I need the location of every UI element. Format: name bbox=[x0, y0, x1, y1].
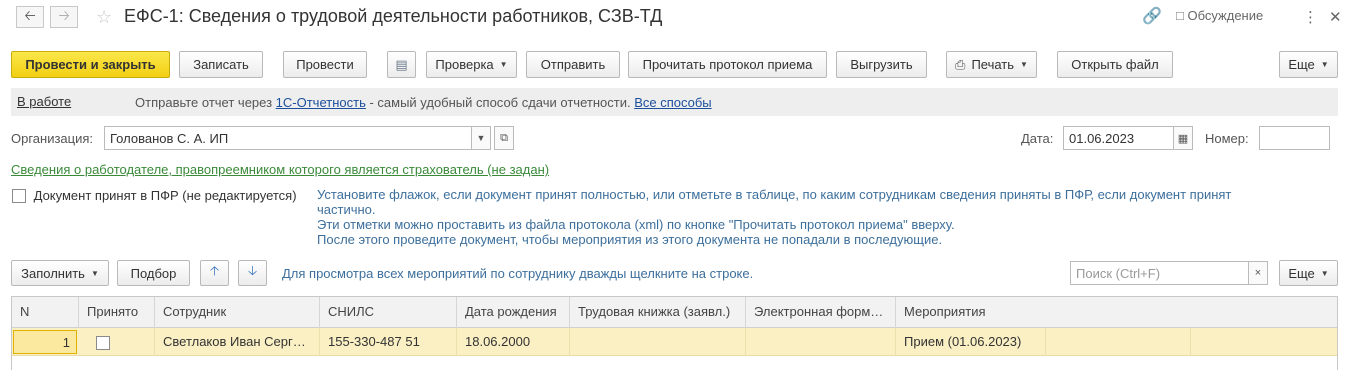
discussion-icon: □ bbox=[1176, 8, 1184, 23]
all-methods-link[interactable]: Все способы bbox=[634, 95, 711, 110]
open-file-button[interactable]: Открыть файл bbox=[1057, 51, 1173, 78]
clear-icon[interactable]: × bbox=[1248, 261, 1268, 285]
close-icon[interactable]: ✕ bbox=[1329, 8, 1342, 26]
printer-icon: ⎙ bbox=[955, 56, 966, 72]
read-protocol-button[interactable]: Прочитать протокол приема bbox=[628, 51, 827, 78]
calendar-icon[interactable]: ▦ bbox=[1173, 126, 1193, 150]
row-accepted-checkbox[interactable] bbox=[96, 336, 110, 350]
column-header[interactable]: Трудовая книжка (заявл.) bbox=[570, 297, 746, 328]
info-text: Отправьте отчет через 1С-Отчетность - са… bbox=[135, 95, 712, 110]
star-icon[interactable]: ☆ bbox=[96, 7, 112, 28]
info-bar: В работе Отправьте отчет через 1С-Отчетн… bbox=[11, 88, 1338, 116]
column-header[interactable]: Дата рождения bbox=[457, 297, 570, 328]
table-row[interactable]: 1 Светлаков Иван Серг… 155-330-487 51 18… bbox=[12, 328, 1337, 356]
post-and-close-button[interactable]: Провести и закрыть bbox=[11, 51, 170, 78]
move-up-button[interactable]: 🡡 bbox=[200, 260, 229, 286]
cell-employee[interactable]: Светлаков Иван Серг… bbox=[155, 328, 320, 356]
cell-accepted[interactable] bbox=[79, 328, 155, 356]
cell-empty bbox=[1046, 328, 1191, 356]
fill-button[interactable]: Заполнить ▼ bbox=[11, 260, 109, 286]
page-title: ЕФС-1: Сведения о трудовой деятельности … bbox=[124, 6, 663, 26]
more-button[interactable]: Еще ▼ bbox=[1279, 51, 1338, 78]
cell-number[interactable]: 1 bbox=[13, 330, 77, 354]
pick-button[interactable]: Подбор bbox=[117, 260, 190, 286]
column-header[interactable]: N bbox=[12, 297, 79, 328]
cell-events[interactable]: Прием (01.06.2023) bbox=[896, 328, 1046, 356]
discussion-button[interactable]: □ Обсуждение bbox=[1176, 8, 1263, 23]
employees-table: N Принято Сотрудник СНИЛС Дата рождения … bbox=[11, 296, 1338, 370]
check-button[interactable]: Проверка ▼ bbox=[426, 51, 517, 78]
send-button[interactable]: Отправить bbox=[526, 51, 620, 78]
accepted-checkbox[interactable] bbox=[12, 189, 26, 203]
cell-birth-date[interactable]: 18.06.2000 bbox=[457, 328, 570, 356]
org-label: Организация: bbox=[11, 131, 94, 146]
accepted-label: Документ принят в ПФР (не редактируется) bbox=[33, 188, 297, 203]
org-field[interactable]: Голованов С. А. ИП bbox=[104, 126, 472, 150]
chevron-down-icon[interactable]: ▼ bbox=[471, 126, 491, 150]
hint-text: Установите флажок, если документ принят … bbox=[317, 187, 1232, 247]
journal-button[interactable]: ▤ bbox=[387, 51, 416, 78]
forward-button[interactable]: 🡢 bbox=[50, 6, 78, 28]
search-input[interactable]: Поиск (Ctrl+F) bbox=[1070, 261, 1250, 285]
table-more-button[interactable]: Еще ▼ bbox=[1279, 260, 1338, 286]
back-button[interactable]: 🡠 bbox=[16, 6, 44, 28]
post-button[interactable]: Провести bbox=[283, 51, 367, 78]
cell-work-book[interactable] bbox=[570, 328, 746, 356]
number-field[interactable] bbox=[1259, 126, 1330, 150]
column-header[interactable]: Принято bbox=[79, 297, 155, 328]
link-icon[interactable]: 🔗 bbox=[1142, 6, 1162, 26]
cell-electronic[interactable] bbox=[746, 328, 896, 356]
status-link[interactable]: В работе bbox=[17, 94, 71, 109]
accepted-checkbox-row[interactable]: Документ принят в ПФР (не редактируется) bbox=[12, 188, 297, 203]
open-in-new-icon[interactable]: ⧉ bbox=[494, 126, 514, 150]
more-vertical-icon[interactable]: ⋮ bbox=[1303, 8, 1318, 26]
journal-icon: ▤ bbox=[395, 56, 408, 72]
move-down-button[interactable]: 🡣 bbox=[238, 260, 267, 286]
cell-snils[interactable]: 155-330-487 51 bbox=[320, 328, 457, 356]
table-hint: Для просмотра всех мероприятий по сотруд… bbox=[282, 266, 754, 281]
print-button[interactable]: ⎙ Печать ▼ bbox=[946, 51, 1037, 78]
column-header[interactable]: СНИЛС bbox=[320, 297, 457, 328]
down-arrow-icon: 🡣 bbox=[247, 263, 258, 278]
column-header[interactable]: Электронная форм… bbox=[746, 297, 896, 328]
date-field[interactable]: 01.06.2023 bbox=[1063, 126, 1174, 150]
export-button[interactable]: Выгрузить bbox=[836, 51, 927, 78]
table-header: N Принято Сотрудник СНИЛС Дата рождения … bbox=[12, 297, 1337, 328]
column-header[interactable]: Сотрудник bbox=[155, 297, 320, 328]
number-label: Номер: bbox=[1205, 131, 1249, 146]
1c-reporting-link[interactable]: 1С-Отчетность bbox=[276, 95, 366, 110]
up-arrow-icon: 🡡 bbox=[209, 263, 220, 278]
column-header[interactable]: Мероприятия bbox=[896, 297, 1337, 328]
employer-link[interactable]: Сведения о работодателе, правопреемником… bbox=[11, 162, 549, 177]
save-button[interactable]: Записать bbox=[179, 51, 263, 78]
back-arrow-icon: 🡠 bbox=[24, 7, 36, 23]
discussion-label: Обсуждение bbox=[1187, 8, 1264, 23]
forward-arrow-icon: 🡢 bbox=[58, 7, 70, 23]
date-label: Дата: bbox=[1021, 131, 1054, 146]
